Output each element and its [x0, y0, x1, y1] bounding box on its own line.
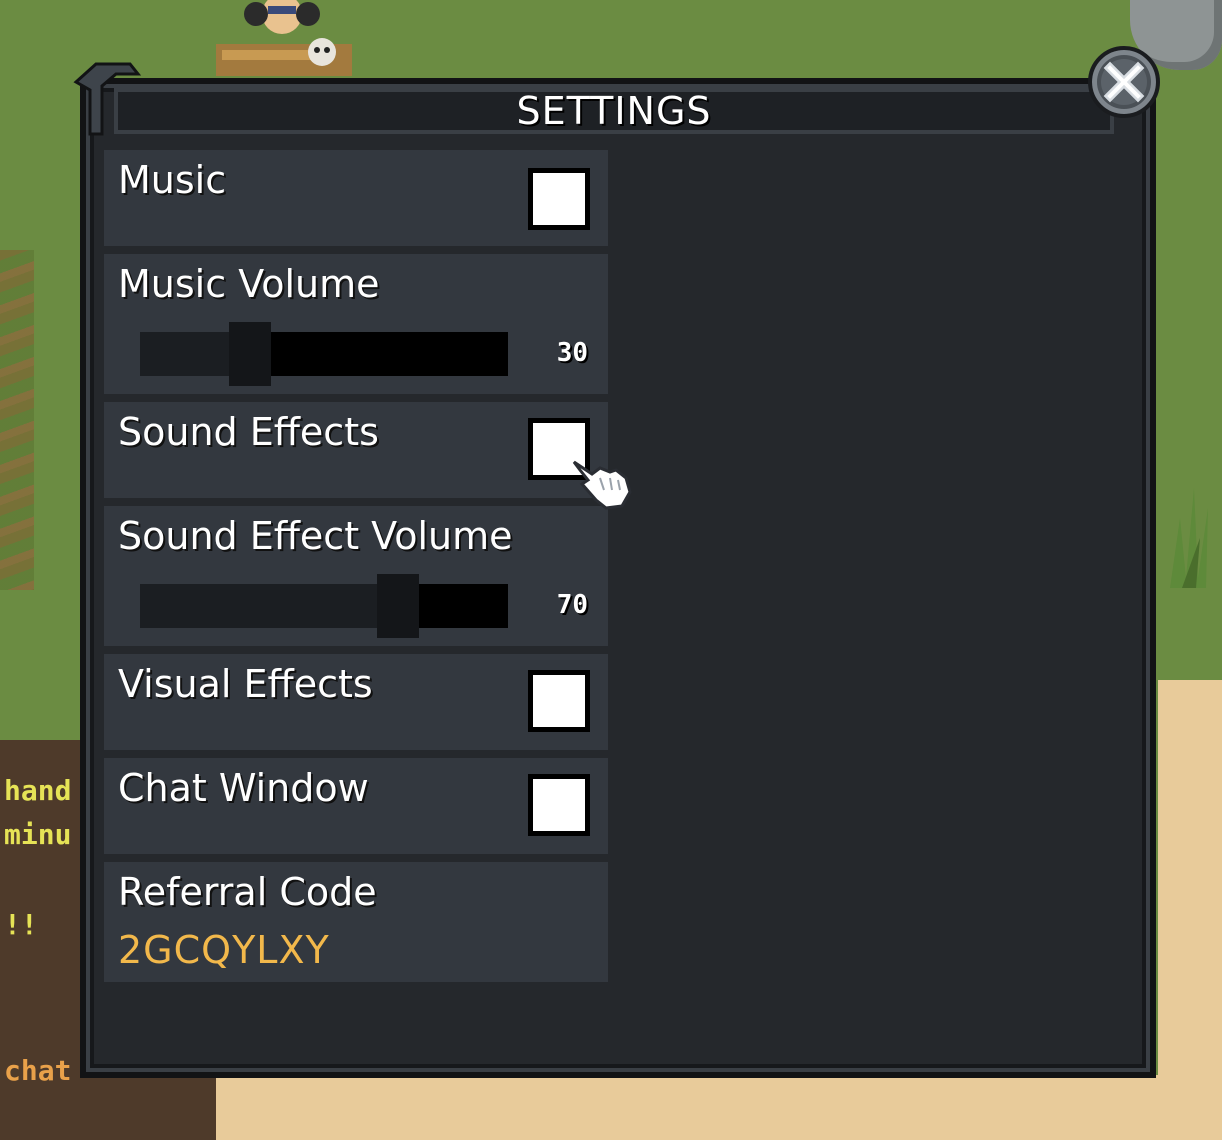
chat-line: chat	[4, 1054, 72, 1087]
music-volume-slider-handle[interactable]	[229, 322, 272, 386]
visual-effects-label: Visual Effects	[118, 662, 373, 706]
music-checkbox[interactable]	[528, 168, 590, 230]
music-label: Music	[118, 158, 227, 202]
sound-effect-volume-slider-handle[interactable]	[376, 574, 419, 638]
setting-row-sound-effects: Sound Effects	[104, 402, 608, 498]
music-volume-value: 30	[556, 338, 588, 368]
music-volume-slider[interactable]	[140, 322, 508, 386]
sound-effect-volume-slider-fill	[140, 584, 398, 628]
sand-terrain-bottom	[216, 1075, 1222, 1140]
close-x-icon	[1103, 61, 1145, 103]
sound-effects-checkbox[interactable]	[528, 418, 590, 480]
setting-row-music: Music	[104, 150, 608, 246]
setting-row-visual-effects: Visual Effects	[104, 654, 608, 750]
music-volume-label: Music Volume	[118, 262, 380, 306]
bush-icon	[1170, 488, 1208, 588]
setting-row-chat-window: Chat Window	[104, 758, 608, 854]
sound-effect-volume-value: 70	[556, 590, 588, 620]
sound-effects-label: Sound Effects	[118, 410, 379, 454]
npc-character[interactable]	[216, 0, 352, 76]
visual-effects-checkbox[interactable]	[528, 670, 590, 732]
chat-window-checkbox[interactable]	[528, 774, 590, 836]
sand-terrain	[1158, 680, 1222, 1140]
title-bar: SETTINGS	[114, 88, 1114, 134]
sound-effect-volume-slider[interactable]	[140, 574, 508, 638]
chat-window-label: Chat Window	[118, 766, 369, 810]
setting-row-sound-effect-volume: Sound Effect Volume 70	[104, 506, 608, 646]
sound-effect-volume-label: Sound Effect Volume	[118, 514, 513, 558]
chat-line: !!	[4, 908, 38, 941]
referral-code-value[interactable]: 2GCQYLXY	[118, 928, 330, 972]
dirt-patch	[0, 250, 34, 590]
setting-row-music-volume: Music Volume 30	[104, 254, 608, 394]
chat-line: hand	[4, 774, 72, 807]
referral-code-label: Referral Code	[118, 870, 377, 914]
window-title: SETTINGS	[516, 89, 712, 133]
close-button[interactable]	[1088, 46, 1160, 118]
setting-row-referral-code: Referral Code 2GCQYLXY	[104, 862, 608, 982]
chat-line: minu	[4, 818, 72, 851]
